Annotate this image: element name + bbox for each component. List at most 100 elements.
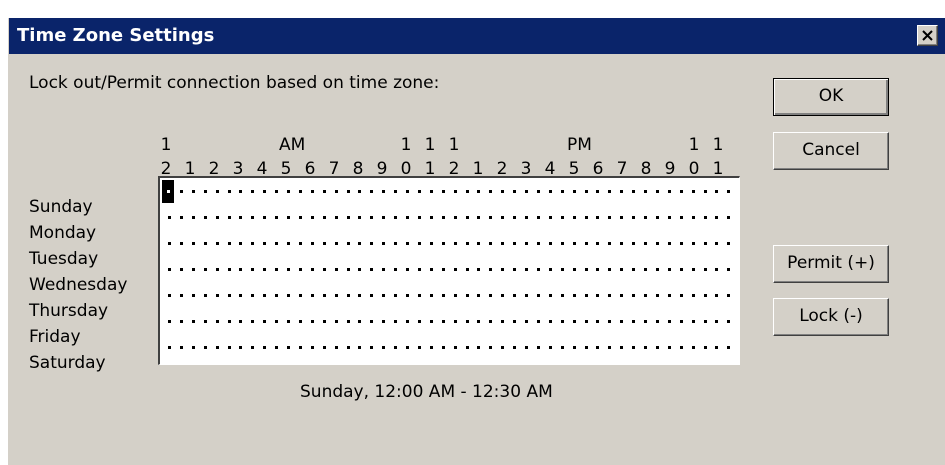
time-slot[interactable] bbox=[489, 242, 492, 245]
time-slot[interactable] bbox=[275, 320, 278, 323]
time-slot[interactable] bbox=[394, 190, 397, 193]
time-slot[interactable] bbox=[358, 294, 361, 297]
time-slot[interactable] bbox=[263, 216, 266, 219]
time-slot[interactable] bbox=[228, 216, 231, 219]
time-slot[interactable] bbox=[382, 242, 385, 245]
time-slot[interactable] bbox=[680, 268, 683, 271]
time-slot[interactable] bbox=[549, 268, 552, 271]
time-slot[interactable] bbox=[644, 346, 647, 349]
time-slot[interactable] bbox=[347, 268, 350, 271]
time-slot[interactable] bbox=[311, 242, 314, 245]
time-slot[interactable] bbox=[632, 216, 635, 219]
time-slot[interactable] bbox=[608, 346, 611, 349]
time-slot[interactable] bbox=[239, 346, 242, 349]
time-slot[interactable] bbox=[192, 294, 195, 297]
time-slot[interactable] bbox=[525, 190, 528, 193]
time-slot[interactable] bbox=[204, 294, 207, 297]
time-slot[interactable] bbox=[513, 346, 516, 349]
time-slot[interactable] bbox=[632, 242, 635, 245]
time-slot[interactable] bbox=[668, 294, 671, 297]
time-slot[interactable] bbox=[358, 216, 361, 219]
time-slot[interactable] bbox=[287, 320, 290, 323]
time-slot[interactable] bbox=[513, 320, 516, 323]
time-slot[interactable] bbox=[192, 242, 195, 245]
time-slot[interactable] bbox=[394, 346, 397, 349]
time-slot[interactable] bbox=[180, 320, 183, 323]
time-slot[interactable] bbox=[180, 190, 183, 193]
time-slot[interactable] bbox=[632, 190, 635, 193]
grid-row-tuesday[interactable] bbox=[160, 230, 738, 256]
time-slot[interactable] bbox=[501, 216, 504, 219]
grid-row-wednesday[interactable] bbox=[160, 256, 738, 282]
time-slot[interactable] bbox=[370, 268, 373, 271]
time-slot[interactable] bbox=[596, 320, 599, 323]
time-slot[interactable] bbox=[216, 294, 219, 297]
time-slot[interactable] bbox=[251, 320, 254, 323]
time-slot[interactable] bbox=[382, 190, 385, 193]
time-slot[interactable] bbox=[311, 190, 314, 193]
time-slot[interactable] bbox=[263, 190, 266, 193]
time-slot[interactable] bbox=[454, 216, 457, 219]
time-slot[interactable] bbox=[263, 242, 266, 245]
time-slot[interactable] bbox=[299, 346, 302, 349]
time-slot[interactable] bbox=[370, 320, 373, 323]
time-slot[interactable] bbox=[632, 294, 635, 297]
time-slot[interactable] bbox=[692, 346, 695, 349]
grid-row-monday[interactable] bbox=[160, 204, 738, 230]
time-slot[interactable] bbox=[192, 346, 195, 349]
grid-row-friday[interactable] bbox=[160, 308, 738, 334]
time-slot[interactable] bbox=[239, 294, 242, 297]
time-slot[interactable] bbox=[656, 216, 659, 219]
time-slot[interactable] bbox=[692, 268, 695, 271]
grid-row-saturday[interactable] bbox=[160, 334, 738, 360]
time-slot[interactable] bbox=[335, 268, 338, 271]
time-slot[interactable] bbox=[180, 346, 183, 349]
time-slot[interactable] bbox=[382, 216, 385, 219]
time-slot[interactable] bbox=[394, 268, 397, 271]
time-slot[interactable] bbox=[454, 190, 457, 193]
time-slot[interactable] bbox=[394, 294, 397, 297]
time-slot[interactable] bbox=[501, 294, 504, 297]
time-slot[interactable] bbox=[644, 190, 647, 193]
time-slot[interactable] bbox=[668, 216, 671, 219]
time-slot[interactable] bbox=[442, 242, 445, 245]
time-slot[interactable] bbox=[644, 268, 647, 271]
time-slot[interactable] bbox=[168, 216, 171, 219]
time-slot[interactable] bbox=[668, 190, 671, 193]
time-slot[interactable] bbox=[513, 294, 516, 297]
time-slot[interactable] bbox=[418, 346, 421, 349]
time-slot[interactable] bbox=[727, 320, 730, 323]
time-slot[interactable] bbox=[168, 320, 171, 323]
time-slot[interactable] bbox=[430, 268, 433, 271]
time-slot[interactable] bbox=[418, 320, 421, 323]
time-slot[interactable] bbox=[287, 242, 290, 245]
time-slot[interactable] bbox=[573, 268, 576, 271]
time-slot[interactable] bbox=[370, 190, 373, 193]
time-slot[interactable] bbox=[596, 346, 599, 349]
time-slot[interactable] bbox=[644, 320, 647, 323]
time-slot[interactable] bbox=[632, 320, 635, 323]
time-slot[interactable] bbox=[180, 216, 183, 219]
time-slot[interactable] bbox=[323, 268, 326, 271]
time-slot[interactable] bbox=[501, 268, 504, 271]
time-slot[interactable] bbox=[596, 190, 599, 193]
time-slot[interactable] bbox=[228, 320, 231, 323]
time-slot[interactable] bbox=[466, 268, 469, 271]
time-slot[interactable] bbox=[561, 216, 564, 219]
time-slot[interactable] bbox=[525, 242, 528, 245]
time-slot[interactable] bbox=[644, 242, 647, 245]
time-slot[interactable] bbox=[561, 268, 564, 271]
time-slot[interactable] bbox=[216, 190, 219, 193]
time-slot[interactable] bbox=[394, 242, 397, 245]
time-slot[interactable] bbox=[525, 320, 528, 323]
time-slot[interactable] bbox=[251, 242, 254, 245]
time-slot[interactable] bbox=[382, 346, 385, 349]
time-slot[interactable] bbox=[263, 346, 266, 349]
time-slot[interactable] bbox=[275, 216, 278, 219]
time-slot[interactable] bbox=[501, 242, 504, 245]
time-slot[interactable] bbox=[216, 346, 219, 349]
time-slot[interactable] bbox=[442, 190, 445, 193]
time-slot[interactable] bbox=[430, 346, 433, 349]
cancel-button[interactable]: Cancel bbox=[773, 132, 889, 170]
time-slot[interactable] bbox=[228, 346, 231, 349]
